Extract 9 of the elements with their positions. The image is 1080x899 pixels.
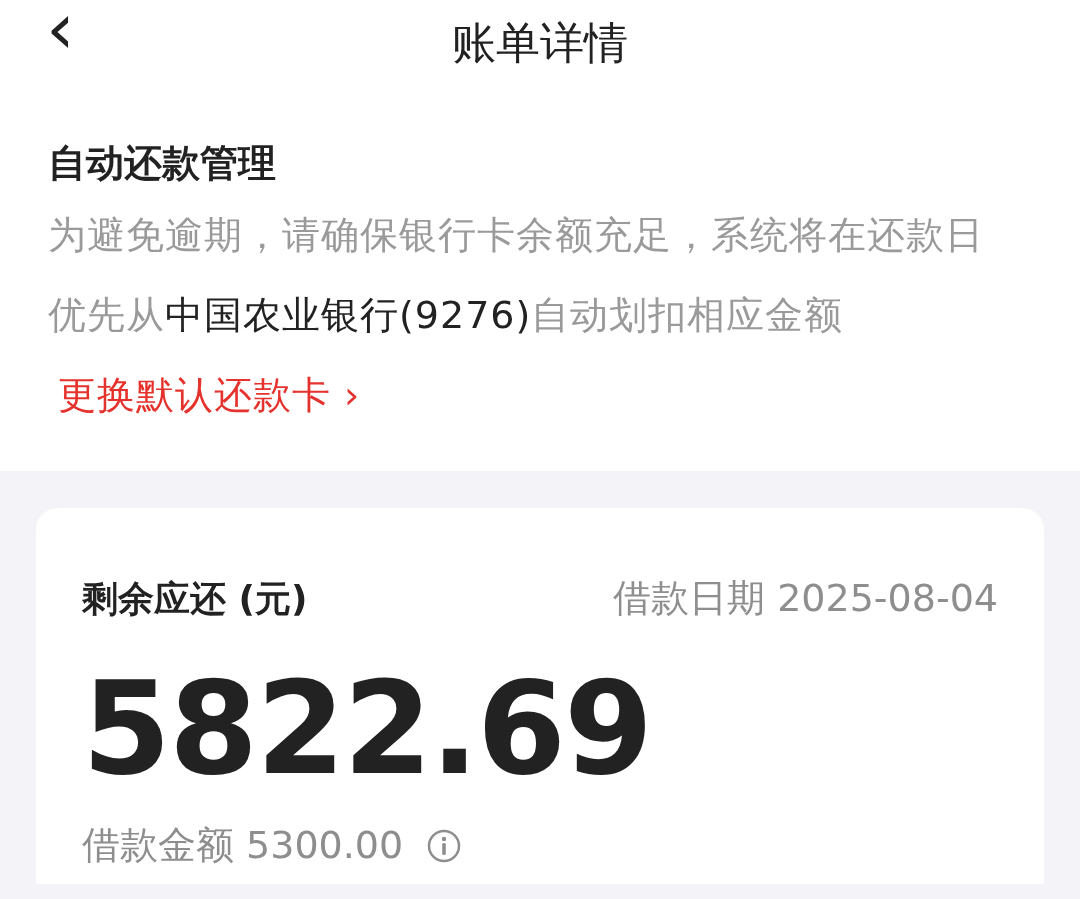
page-title: 账单详情 — [452, 16, 628, 70]
loan-date: 借款日期 2025-08-04 — [613, 575, 998, 622]
info-icon[interactable] — [427, 828, 462, 863]
autopay-description: 为避免逾期，请确保银行卡余额充足，系统将在还款日优先从中国农业银行(9276)自动划扣相应金额 更换默认还款卡 › — [48, 212, 985, 419]
loan-amount: 借款金额 5300.00 — [82, 822, 404, 869]
section-heading: 自动还款管理 — [48, 140, 277, 187]
remaining-label: 剩余应还 (元) — [82, 576, 308, 621]
remaining-amount: 5822.69 — [82, 665, 651, 793]
change-card-link[interactable]: 更换默认还款卡 › — [58, 373, 361, 417]
